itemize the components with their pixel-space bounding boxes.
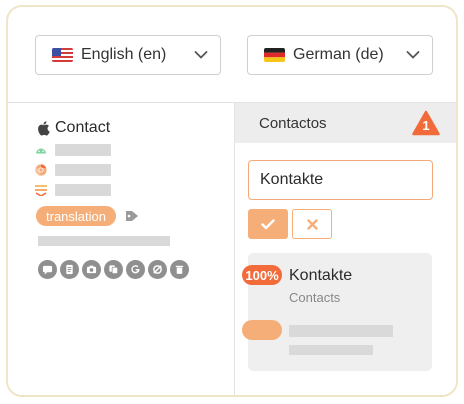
warning-count: 1 xyxy=(422,118,430,133)
meta-placeholder-bar xyxy=(55,184,111,196)
camera-icon xyxy=(86,265,97,274)
target-language-label: German (de) xyxy=(293,46,384,63)
close-icon xyxy=(306,218,318,230)
suggestion-placeholder-bar xyxy=(289,325,393,337)
reject-button[interactable] xyxy=(292,209,332,239)
warning-badge[interactable]: 1 xyxy=(412,110,440,136)
tag-icon[interactable] xyxy=(125,210,139,222)
apple-icon xyxy=(38,121,50,136)
google-translate-button[interactable] xyxy=(126,260,145,279)
comment-button[interactable] xyxy=(38,260,57,279)
eye-off-icon xyxy=(153,265,162,274)
source-language-select[interactable]: English (en) xyxy=(35,35,221,75)
meta-row-stack xyxy=(35,184,111,196)
translation-input[interactable] xyxy=(248,160,433,200)
document-icon xyxy=(66,264,73,275)
source-language-label: English (en) xyxy=(81,46,167,63)
suggestion-source-text: Contacts xyxy=(289,290,341,305)
checkmark-icon xyxy=(261,218,275,229)
target-header: Contactos 1 xyxy=(235,103,456,143)
source-title-text: Contact xyxy=(55,119,111,136)
column-divider xyxy=(234,102,235,395)
comment-icon xyxy=(42,265,53,275)
chrome-icon xyxy=(35,164,47,176)
chevron-down-icon xyxy=(194,51,208,59)
copy-button[interactable] xyxy=(104,260,123,279)
screenshot-button[interactable] xyxy=(82,260,101,279)
us-flag-icon xyxy=(52,48,73,62)
meta-placeholder-bar xyxy=(55,164,111,176)
target-header-title: Contactos xyxy=(259,114,327,132)
suggestion-placeholder-bar xyxy=(289,345,373,355)
source-key-title: Contact xyxy=(36,119,110,137)
suggestion-text[interactable]: Kontakte xyxy=(289,267,352,285)
translation-card: English (en) German (de) Contact transla… xyxy=(6,5,458,397)
translation-tag[interactable]: translation xyxy=(36,206,116,226)
suggestion-match-pill xyxy=(242,320,282,340)
stack-icon xyxy=(35,185,47,196)
android-icon xyxy=(36,148,46,154)
copy-icon xyxy=(109,265,118,274)
match-percentage-badge: 100% xyxy=(242,265,282,285)
meta-placeholder-bar xyxy=(55,144,111,156)
hide-button[interactable] xyxy=(148,260,167,279)
meta-row-android xyxy=(35,144,111,156)
de-flag-icon xyxy=(264,48,285,62)
approve-button[interactable] xyxy=(248,209,288,239)
chevron-down-icon xyxy=(406,51,420,59)
source-toolbar xyxy=(38,260,189,279)
document-button[interactable] xyxy=(60,260,79,279)
description-placeholder-bar xyxy=(38,236,170,246)
target-language-select[interactable]: German (de) xyxy=(247,35,433,75)
google-icon xyxy=(131,265,140,274)
meta-row-chrome xyxy=(35,164,111,176)
trash-icon xyxy=(175,265,184,274)
delete-button[interactable] xyxy=(170,260,189,279)
